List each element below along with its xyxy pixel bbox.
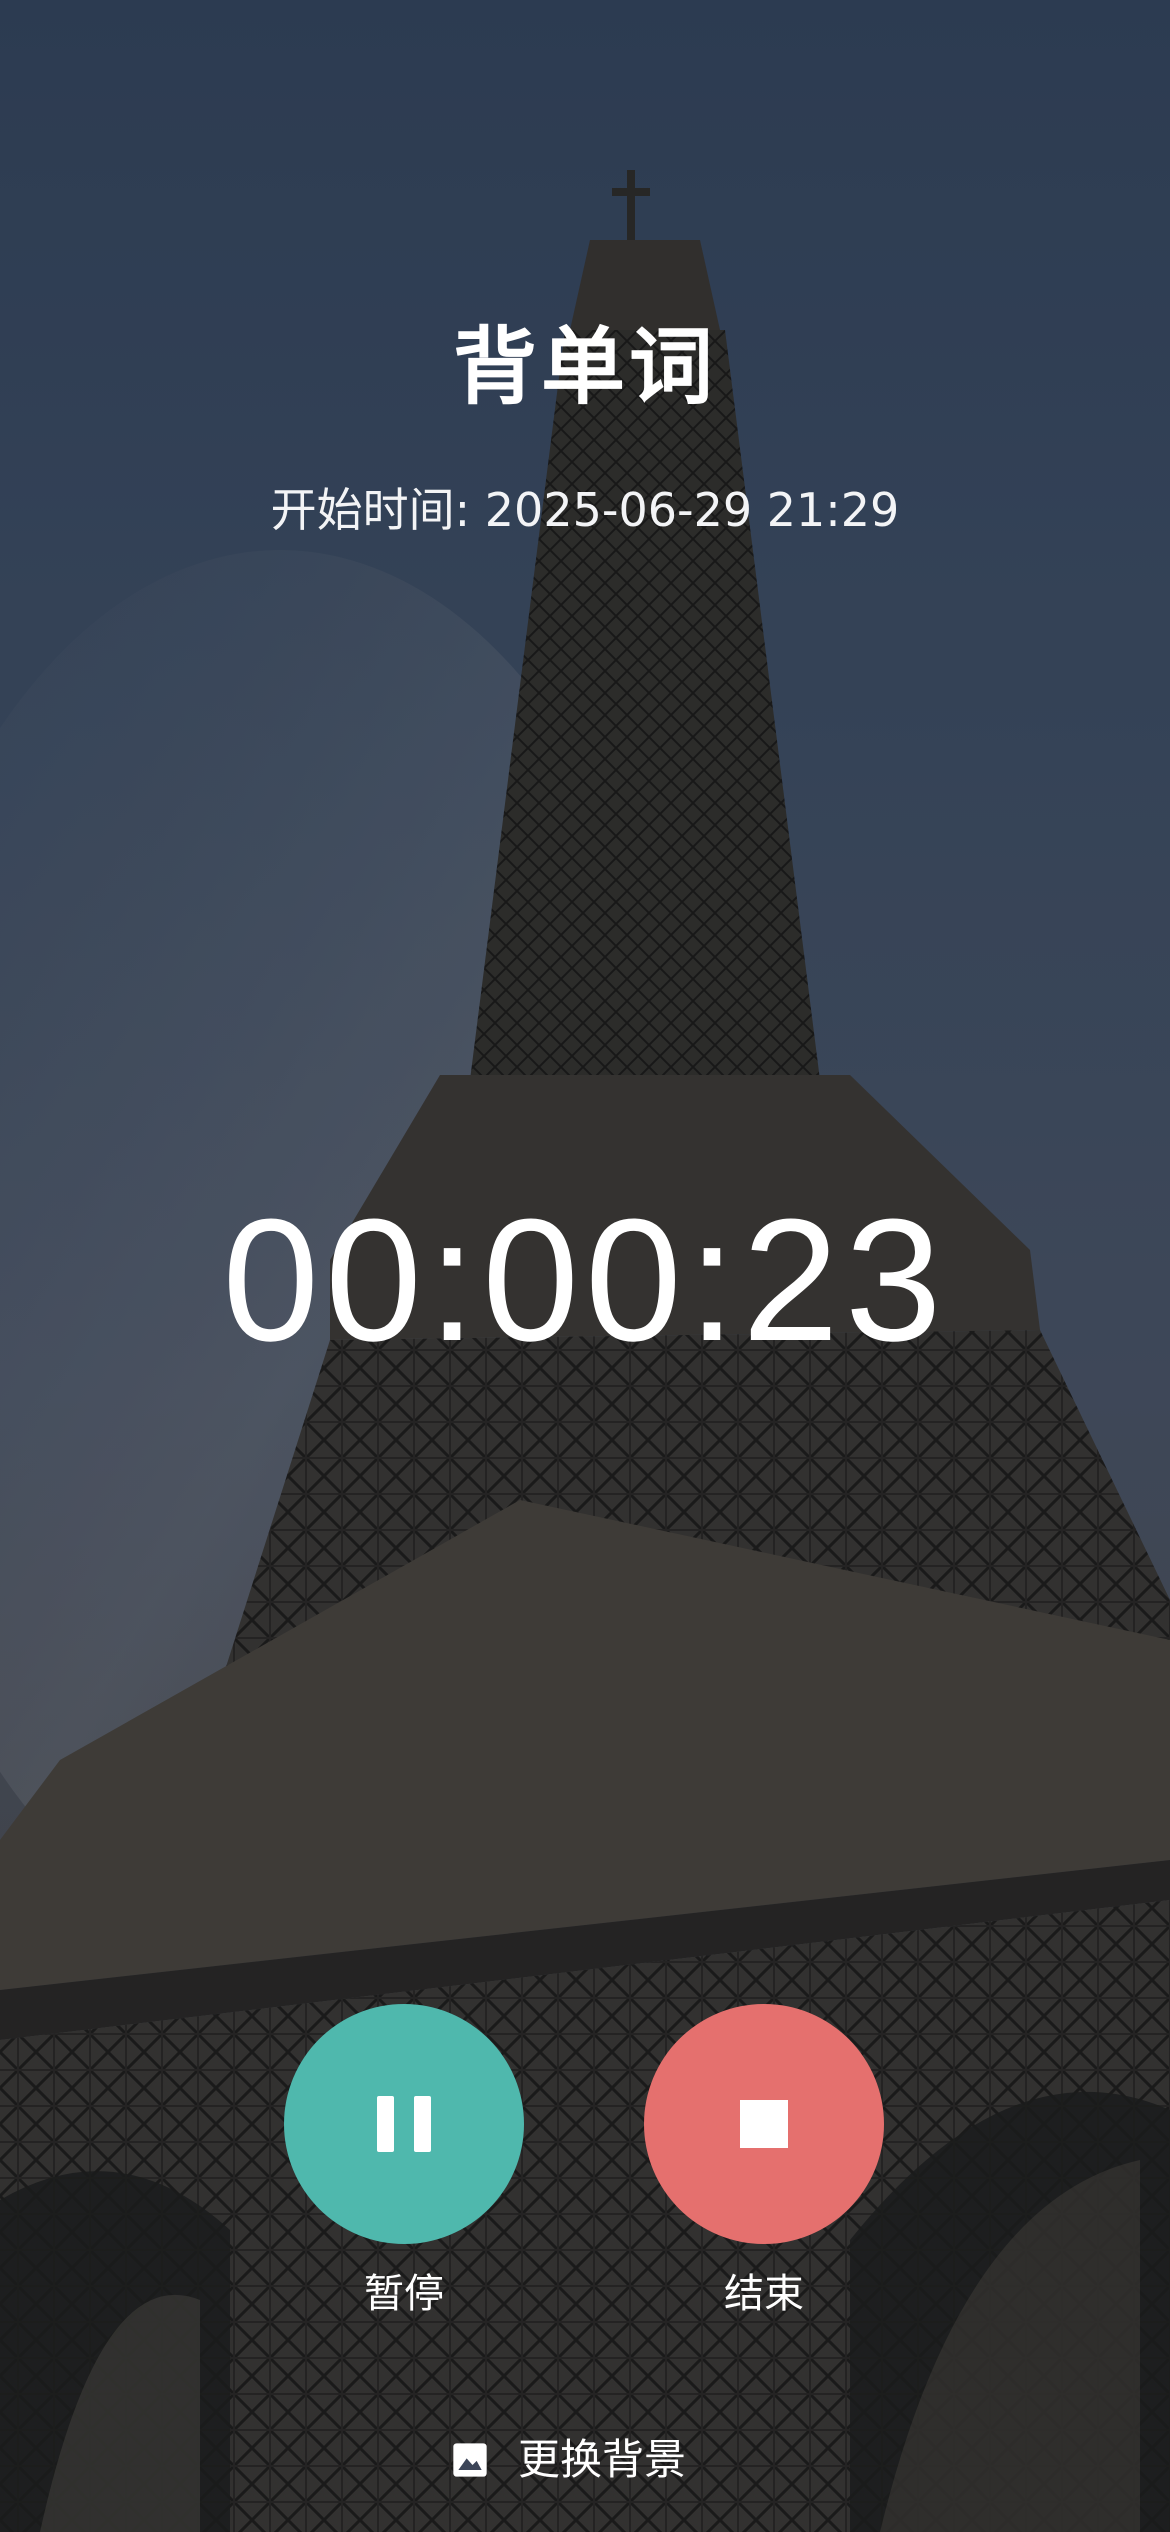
stop-icon (740, 2100, 788, 2148)
image-icon (453, 2443, 487, 2477)
pause-label: 暂停 (364, 2271, 444, 2317)
pause-button[interactable] (284, 2004, 524, 2244)
stop-button[interactable] (644, 2004, 884, 2244)
start-time-text: 开始时间: 2025-06-29 21:29 (270, 483, 900, 537)
change-background-label: 更换背景 (518, 2435, 687, 2484)
timer-screen: 背单词 开始时间: 2025-06-29 21:29 00:00:23 暂停 结… (0, 0, 1170, 2532)
elapsed-timer: 00:00:23 (222, 1182, 948, 1377)
change-background-button[interactable]: 更换背景 (450, 2424, 686, 2496)
pause-icon (377, 2096, 431, 2152)
stop-label: 结束 (724, 2271, 804, 2317)
page-title: 背单词 (452, 318, 717, 416)
